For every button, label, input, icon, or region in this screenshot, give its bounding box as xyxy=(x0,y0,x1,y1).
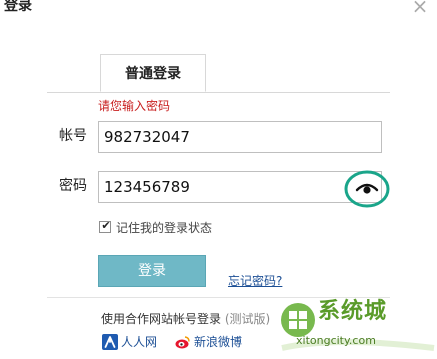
error-message: 请您输入密码 xyxy=(98,99,171,113)
watermark-url: xitongcity.com xyxy=(296,334,376,347)
password-input[interactable]: 123456789 xyxy=(98,171,382,203)
watermark-text: 系统城 xyxy=(318,299,388,324)
forgot-password-link[interactable]: 忘记密码? xyxy=(228,273,282,289)
remember-label[interactable]: 记住我的登录状态 xyxy=(116,220,212,236)
watermark: 系统城 xitongcity.com xyxy=(276,296,437,359)
weibo-icon xyxy=(175,336,190,349)
account-input[interactable]: 982732047 xyxy=(98,121,382,153)
account-label: 帐号 xyxy=(59,128,87,144)
tab-divider xyxy=(47,92,390,93)
login-button[interactable]: 登录 xyxy=(98,255,206,287)
title-bar: 登录 × xyxy=(0,0,437,18)
eye-pupil xyxy=(363,186,371,194)
show-password-toggle[interactable] xyxy=(343,169,391,209)
dialog-title: 登录 xyxy=(4,0,32,14)
login-dialog: 登录 × 普通登录 请您输入密码 帐号 982732047 密码 1234567… xyxy=(0,0,437,359)
remember-checkbox[interactable]: ✔ xyxy=(99,219,111,233)
renren-icon xyxy=(102,334,118,350)
tab-normal-login[interactable]: 普通登录 xyxy=(100,54,206,92)
password-label: 密码 xyxy=(59,178,87,194)
check-icon: ✔ xyxy=(101,219,111,232)
weibo-label: 新浪微博 xyxy=(194,335,243,349)
partner-login-text: 使用合作网站帐号登录 xyxy=(101,312,222,326)
eye-icon xyxy=(344,170,390,208)
close-icon[interactable]: × xyxy=(410,0,430,16)
beta-label: (测试版) xyxy=(224,312,271,326)
partner-login-title: 使用合作网站帐号登录 (测试版) xyxy=(101,311,270,327)
renren-label: 人人网 xyxy=(121,335,158,349)
